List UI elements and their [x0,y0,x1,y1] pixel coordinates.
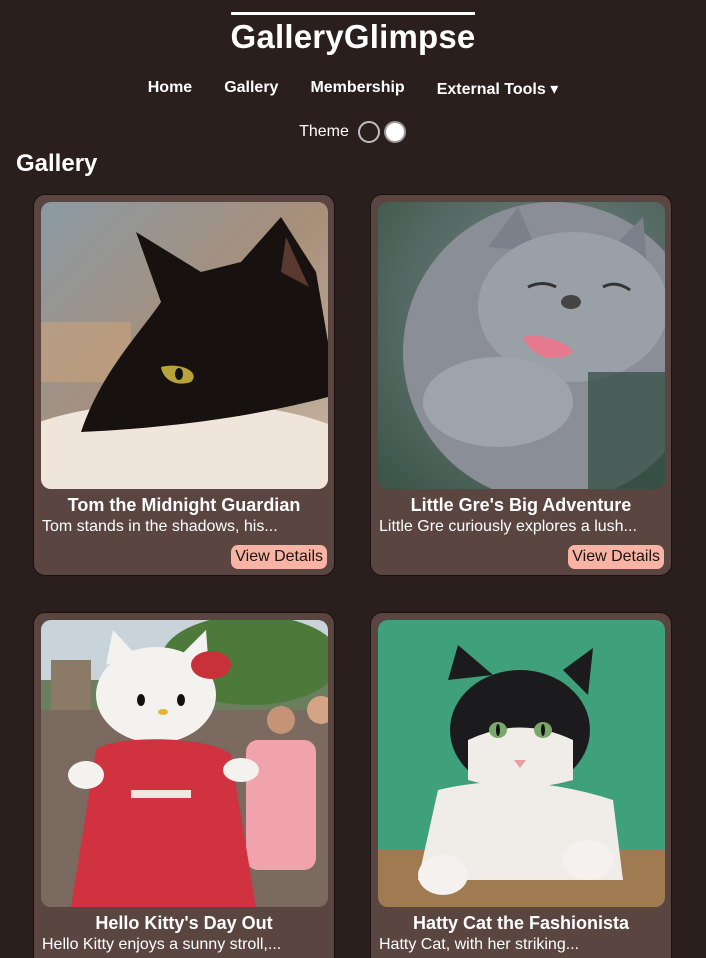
card-title: Hello Kitty's Day Out [95,913,273,933]
tuxedo-cat-photo[interactable] [378,620,665,907]
view-details-button[interactable]: View Details [568,545,664,569]
theme-dark-button[interactable] [357,121,380,143]
page: GalleryGlimpse Home Gallery Membership E… [0,0,706,958]
black-cat-photo[interactable] [41,202,328,489]
card-description: Hatty Cat, with her striking... [379,936,580,953]
gallery-card: Tom the Midnight Guardian Tom stands in … [33,194,335,576]
view-details-button[interactable]: View Details [231,545,327,569]
card-title: Hatty Cat the Fashionista [412,913,630,933]
gallery-card: Hello Kitty's Day Out Hello Kitty enjoys… [33,612,335,958]
gray-cat-photo[interactable] [378,202,665,489]
gallery-card: Hatty Cat the Fashionista Hatty Cat, wit… [370,612,672,958]
card-title: Little Gre's Big Adventure [410,495,632,515]
card-description: Hello Kitty enjoys a sunny stroll,... [42,936,282,953]
nav-membership[interactable]: Membership [310,79,404,99]
header: GalleryGlimpse [0,12,706,53]
nav-external-tools-dropdown[interactable]: External Tools ▾ [437,79,559,99]
page-title: Gallery [16,150,98,177]
gallery-card: Little Gre's Big Adventure Little Gre cu… [370,194,672,576]
hello-kitty-parade-photo[interactable] [41,620,328,907]
nav-gallery[interactable]: Gallery [224,79,278,99]
card-title: Tom the Midnight Guardian [67,495,301,515]
brand-logo[interactable]: GalleryGlimpse [230,12,476,53]
theme-light-button[interactable] [383,121,406,143]
theme-switcher: Theme [0,121,706,143]
card-description: Tom stands in the shadows, his... [42,518,278,535]
main-nav: Home Gallery Membership External Tools ▾ [0,79,706,99]
nav-home[interactable]: Home [148,79,192,99]
theme-label: Theme [299,123,349,140]
card-description: Little Gre curiously explores a lush... [379,518,637,535]
